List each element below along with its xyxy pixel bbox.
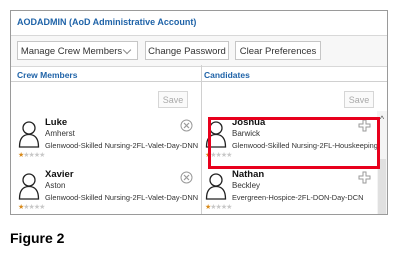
crew-member-role: Glenwood-Skilled Nursing-2FL-Valet-Day-D… [45, 193, 199, 202]
crew-member-card[interactable]: Luke Amherst Glenwood-Skilled Nursing-2F… [16, 117, 199, 161]
rating-stars: ★★★★★ [205, 204, 232, 211]
figure-caption: Figure 2 [10, 230, 65, 246]
rating-stars: ★★★★★ [18, 204, 45, 211]
add-icon[interactable] [358, 171, 371, 184]
crew-save-button[interactable]: Save [158, 91, 188, 108]
candidates-save-button[interactable]: Save [344, 91, 374, 108]
manage-crew-members-dropdown[interactable]: Manage Crew Members [17, 41, 138, 60]
candidates-heading-divider [202, 81, 387, 82]
candidates-heading: Candidates [204, 70, 250, 80]
crew-member-surname: Amherst [45, 129, 75, 138]
candidate-role: Evergreen-Hospice-2FL-DON-Day-DCN [232, 193, 364, 202]
candidate-surname: Beckley [232, 181, 261, 190]
manage-crew-members-label: Manage Crew Members [20, 46, 123, 57]
candidate-card[interactable]: Nathan Beckley Evergreen-Hospice-2FL-DON… [203, 169, 375, 213]
account-title: AODADMIN (AoD Administrative Account) [17, 17, 197, 27]
candidate-name: Nathan [232, 169, 265, 180]
clear-preferences-button[interactable]: Clear Preferences [235, 41, 321, 60]
crew-member-card[interactable]: Xavier Aston Glenwood-Skilled Nursing-2F… [16, 169, 199, 213]
person-icon [205, 173, 227, 200]
rating-stars: ★★★★★ [18, 152, 45, 159]
column-divider [201, 65, 202, 214]
chevron-down-icon [122, 45, 132, 55]
crew-member-surname: Aston [45, 181, 66, 190]
crew-heading-divider [11, 81, 201, 82]
crew-member-name: Xavier [45, 169, 74, 180]
crew-manager-panel: AODADMIN (AoD Administrative Account) Ma… [10, 10, 388, 215]
crew-members-heading: Crew Members [17, 70, 78, 80]
person-icon [18, 173, 40, 200]
toolbar: Manage Crew Members Change Password Clea… [11, 35, 387, 67]
remove-icon[interactable] [180, 171, 193, 184]
crew-member-name: Luke [45, 117, 68, 128]
crew-member-role: Glenwood-Skilled Nursing-2FL-Valet-Day-D… [45, 141, 199, 150]
person-icon [18, 121, 40, 148]
remove-icon[interactable] [180, 119, 193, 132]
highlight-box [208, 117, 380, 169]
change-password-button[interactable]: Change Password [145, 41, 229, 60]
